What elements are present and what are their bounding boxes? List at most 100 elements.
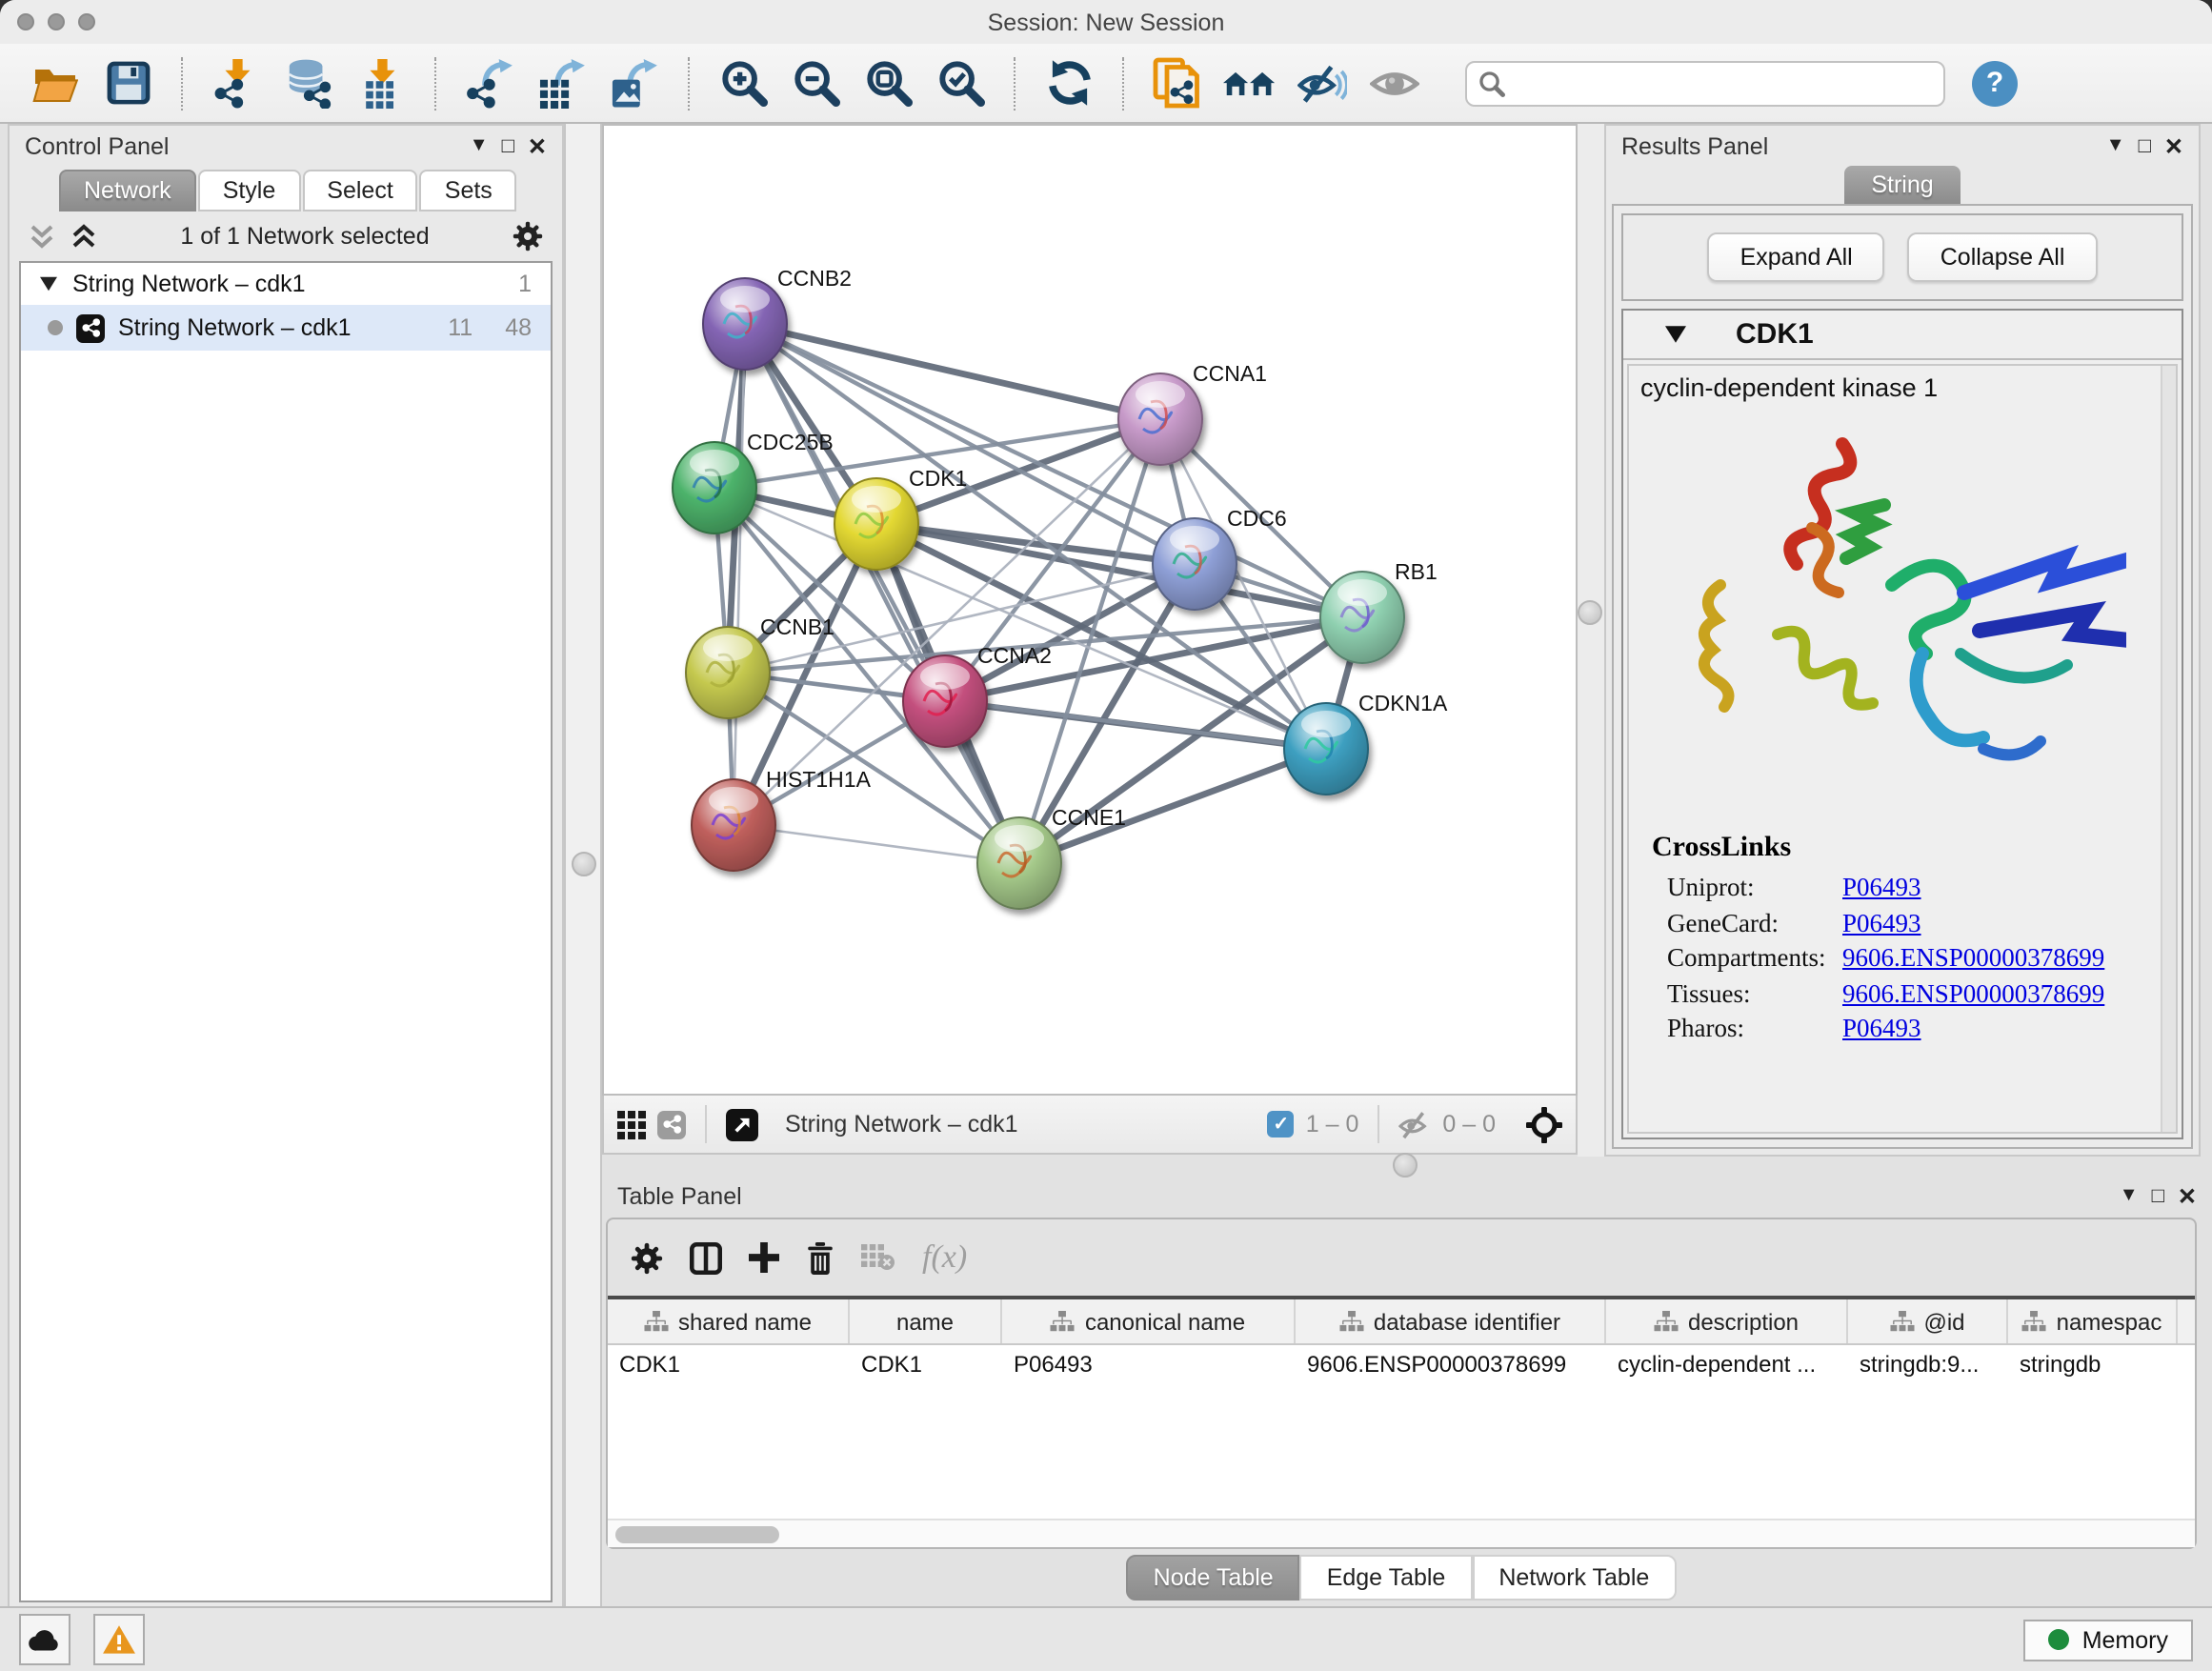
column-header[interactable]: shared name (608, 1299, 850, 1343)
import-table-from-file-button[interactable] (351, 52, 412, 113)
tab-select[interactable]: Select (302, 170, 418, 211)
table-cell[interactable]: CDK1 (850, 1345, 1002, 1383)
crosslink-link[interactable]: 9606.ENSP00000378699 (1842, 943, 2104, 974)
zoom-selected-button[interactable] (930, 52, 991, 113)
crosslink-link[interactable]: P06493 (1842, 1014, 1921, 1044)
splitter-knob[interactable] (1393, 1153, 1418, 1178)
column-header[interactable]: @id (1848, 1299, 2008, 1343)
add-column-icon[interactable] (749, 1242, 779, 1273)
table-cell[interactable]: cyclin-dependent ... (1606, 1345, 1848, 1383)
cloud-status-button[interactable] (19, 1614, 70, 1665)
collapse-entry-icon[interactable] (1665, 326, 1686, 343)
crosslink-link[interactable]: 9606.ENSP00000378699 (1842, 978, 2104, 1009)
export-network-button[interactable] (459, 52, 520, 113)
network-view-badge-icon[interactable] (657, 1110, 686, 1138)
node-CDC25B[interactable]: CDC25B (673, 430, 834, 534)
crosslink-link[interactable]: P06493 (1842, 873, 1921, 903)
collapse-all-button[interactable]: Collapse All (1908, 232, 2098, 282)
close-window-button[interactable] (17, 13, 34, 30)
zoom-fit-button[interactable] (857, 52, 918, 113)
vertical-splitter-left[interactable] (564, 124, 602, 1606)
node-RB1[interactable]: RB1 (1320, 559, 1438, 663)
crosshair-icon[interactable] (1526, 1106, 1562, 1142)
table-cell[interactable]: stringdb:9... (1848, 1345, 2008, 1383)
table-cell[interactable]: stringdb (2008, 1345, 2178, 1383)
tab-network-table[interactable]: Network Table (1472, 1555, 1676, 1601)
network-canvas[interactable]: CCNB2CCNA1CDC25BCDK1CDC6RB1CCNB1CCNA2CDK… (602, 124, 1578, 1096)
zoom-in-button[interactable] (713, 52, 774, 113)
tab-edge-table[interactable]: Edge Table (1300, 1555, 1473, 1601)
table-cell[interactable]: CDK1 (608, 1345, 850, 1383)
string-import-button[interactable] (1147, 52, 1208, 113)
column-header[interactable]: canonical name (1002, 1299, 1296, 1343)
memory-button[interactable]: Memory (2023, 1619, 2193, 1661)
expand-all-networks-icon[interactable] (70, 223, 97, 250)
horizontal-splitter[interactable] (602, 1157, 2212, 1176)
close-panel-icon[interactable]: ✕ (528, 132, 547, 159)
collapse-all-networks-icon[interactable] (29, 223, 55, 250)
collapse-panel-icon[interactable]: ▼ (2120, 1185, 2139, 1206)
splitter-knob[interactable] (572, 852, 596, 876)
save-session-button[interactable] (97, 52, 158, 113)
node-CCNB2[interactable]: CCNB2 (703, 266, 852, 370)
close-panel-icon[interactable]: ✕ (2164, 132, 2183, 159)
scrollbar-thumb[interactable] (615, 1525, 779, 1542)
zoom-out-button[interactable] (785, 52, 846, 113)
warnings-button[interactable] (93, 1614, 145, 1665)
node-CDKN1A[interactable]: CDKN1A (1284, 691, 1448, 795)
help-button[interactable]: ? (1972, 60, 2018, 106)
network-graph[interactable]: CCNB2CCNA1CDC25BCDK1CDC6RB1CCNB1CCNA2CDK… (604, 126, 1576, 1094)
open-session-button[interactable] (25, 52, 86, 113)
tab-sets[interactable]: Sets (420, 170, 517, 211)
tab-node-table[interactable]: Node Table (1127, 1555, 1300, 1601)
table-horizontal-scrollbar[interactable] (608, 1519, 2195, 1547)
table-cell[interactable]: P06493 (1002, 1345, 1296, 1383)
node-CCNA1[interactable]: CCNA1 (1118, 361, 1267, 465)
export-table-button[interactable] (532, 52, 593, 113)
node-CDC6[interactable]: CDC6 (1153, 506, 1287, 610)
tab-string[interactable]: String (1844, 166, 1960, 204)
refresh-button[interactable] (1038, 52, 1099, 113)
column-header[interactable]: database identifier (1296, 1299, 1606, 1343)
collapse-panel-icon[interactable]: ▼ (470, 135, 489, 156)
crosslink-link[interactable]: P06493 (1842, 908, 1921, 938)
vertical-splitter-right[interactable] (1578, 124, 1604, 1157)
preview-button[interactable] (1364, 52, 1425, 113)
float-panel-icon[interactable]: □ (502, 134, 514, 157)
network-options-gear-icon[interactable] (513, 221, 543, 252)
splitter-knob[interactable] (1578, 600, 1602, 625)
minimize-window-button[interactable] (48, 13, 65, 30)
export-image-button[interactable] (604, 52, 665, 113)
hidden-eye-slash-icon[interactable] (1398, 1110, 1431, 1138)
network-row-selected[interactable]: String Network – cdk1 11 48 (21, 305, 551, 351)
import-network-from-database-button[interactable] (278, 52, 339, 113)
tab-style[interactable]: Style (198, 170, 301, 211)
delete-column-icon[interactable] (806, 1241, 835, 1274)
close-panel-icon[interactable]: ✕ (2178, 1182, 2197, 1209)
selected-checkbox-icon[interactable]: ✓ (1268, 1111, 1295, 1137)
grid-view-icon[interactable] (617, 1110, 646, 1138)
node-HIST1H1A[interactable]: HIST1H1A (692, 767, 872, 871)
float-panel-icon[interactable]: □ (2152, 1184, 2164, 1207)
table-row[interactable]: CDK1CDK1P064939606.ENSP00000378699cyclin… (608, 1345, 2195, 1383)
tree-expand-icon[interactable] (40, 276, 57, 292)
open-view-icon[interactable] (726, 1108, 758, 1140)
collapse-panel-icon[interactable]: ▼ (2106, 135, 2125, 156)
maximize-window-button[interactable] (78, 13, 95, 30)
import-network-from-file-button[interactable] (206, 52, 267, 113)
protein-entry-header[interactable]: CDK1 (1623, 311, 2182, 360)
column-header[interactable]: namespac (2008, 1299, 2178, 1343)
float-panel-icon[interactable]: □ (2139, 134, 2151, 157)
show-columns-icon[interactable] (690, 1241, 722, 1274)
column-header[interactable]: name (850, 1299, 1002, 1343)
tab-network[interactable]: Network (59, 170, 196, 211)
home-button[interactable] (1219, 52, 1280, 113)
hide-glass-ball-effect-button[interactable] (1292, 52, 1353, 113)
results-scrollbar[interactable] (2161, 366, 2176, 1132)
column-header[interactable]: description (1606, 1299, 1848, 1343)
table-options-gear-icon[interactable] (631, 1241, 663, 1274)
expand-all-button[interactable]: Expand All (1708, 232, 1885, 282)
network-collection-row[interactable]: String Network – cdk1 1 (21, 263, 551, 305)
node-CDK1[interactable]: CDK1 (835, 466, 967, 570)
search-input[interactable] (1515, 68, 1932, 98)
